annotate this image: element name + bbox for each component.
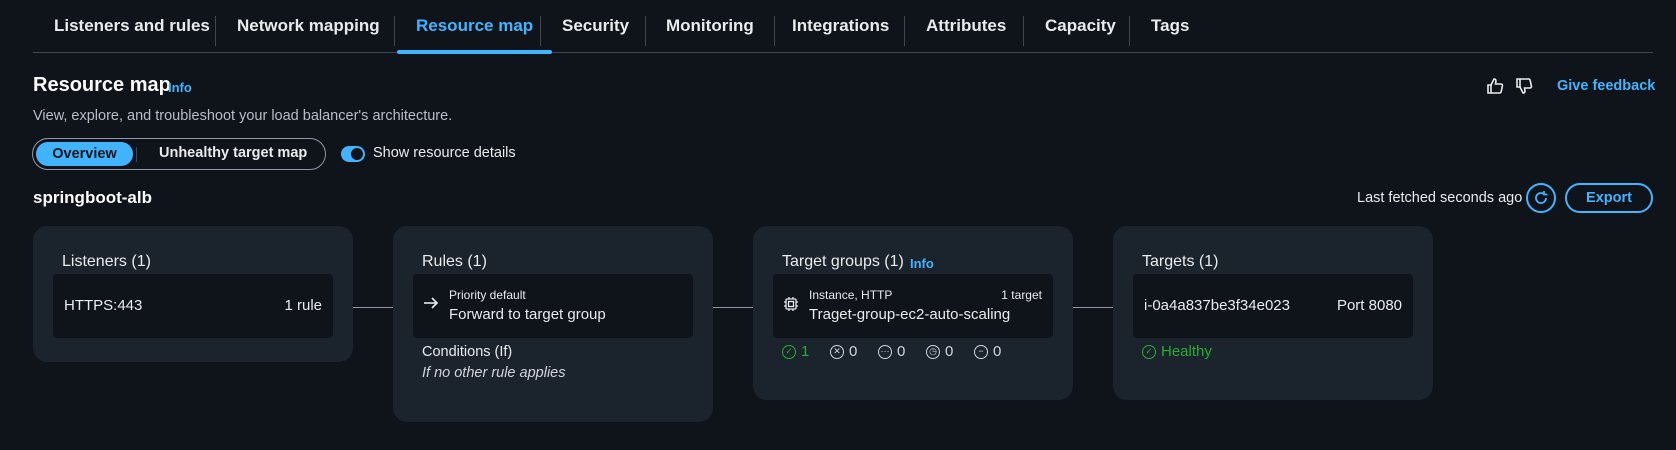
target-group-target-count: 1 target — [1001, 288, 1042, 302]
tab-tags[interactable]: Tags — [1151, 0, 1189, 52]
listener-rule-count: 1 rule — [284, 297, 322, 314]
targets-title: Targets (1) — [1142, 253, 1219, 270]
segment-divider — [136, 147, 137, 162]
thumbs-up-icon[interactable] — [1486, 77, 1504, 95]
thumbs-down-icon[interactable] — [1515, 77, 1533, 95]
show-resource-details-toggle[interactable] — [341, 146, 365, 162]
ellipsis-circle-icon: ⋯ — [878, 344, 892, 359]
pending-count: ◷ 0 — [926, 343, 953, 360]
toggle-knob — [351, 148, 363, 160]
tab-divider — [540, 16, 541, 46]
chip-icon — [783, 296, 799, 312]
tab-bar: Listeners and rules Network mapping Reso… — [33, 0, 1653, 54]
check-circle-icon: ✓ — [1142, 344, 1156, 359]
tab-security[interactable]: Security — [562, 0, 629, 52]
targets-card: Targets (1) i-0a4a837be3f34e023 Port 808… — [1113, 226, 1433, 400]
target-groups-card: Target groups (1) Info Instance, HTTP 1 … — [753, 226, 1073, 400]
rules-card: Rules (1) Priority default Forward to ta… — [393, 226, 713, 422]
healthy-count: ✓ 1 — [782, 343, 809, 360]
export-button[interactable]: Export — [1565, 183, 1653, 213]
listeners-card: Listeners (1) HTTPS:443 1 rule — [33, 226, 353, 362]
target-item[interactable]: i-0a4a837be3f34e023 Port 8080 — [1133, 274, 1413, 338]
unused-count: ⋯ 0 — [878, 343, 905, 360]
arrow-right-icon — [423, 295, 439, 311]
rule-priority: Priority default — [449, 288, 526, 302]
tab-resource-map[interactable]: Resource map — [397, 0, 553, 54]
tab-listeners-and-rules[interactable]: Listeners and rules — [54, 0, 210, 52]
last-fetched-text: Last fetched seconds ago — [1357, 190, 1523, 206]
tab-divider — [1023, 16, 1024, 46]
give-feedback-link[interactable]: Give feedback — [1557, 78, 1655, 94]
listeners-title: Listeners (1) — [62, 253, 151, 270]
check-circle-icon: ✓ — [782, 344, 796, 359]
x-circle-icon: ✕ — [830, 344, 844, 359]
target-instance-id: i-0a4a837be3f34e023 — [1144, 297, 1290, 314]
target-groups-info-link[interactable]: Info — [910, 256, 934, 271]
listener-protocol-port: HTTPS:443 — [64, 297, 143, 314]
target-group-name: Traget-group-ec2-auto-scaling — [809, 306, 1011, 323]
target-health-status: ✓ Healthy — [1142, 343, 1212, 360]
target-port: Port 8080 — [1336, 297, 1402, 314]
info-link[interactable]: Info — [168, 80, 192, 95]
refresh-button[interactable] — [1526, 183, 1556, 213]
listener-item[interactable]: HTTPS:443 1 rule — [53, 274, 333, 338]
refresh-icon — [1535, 191, 1548, 204]
view-segmented-control: Overview Unhealthy target map — [32, 138, 326, 170]
tab-divider — [774, 16, 775, 46]
tab-divider — [904, 16, 905, 46]
minus-circle-icon: − — [974, 344, 988, 359]
tab-divider — [1129, 16, 1130, 46]
conditions-value: If no other rule applies — [422, 365, 566, 381]
tab-integrations[interactable]: Integrations — [792, 0, 889, 52]
tab-divider — [215, 16, 216, 46]
target-group-meta: Instance, HTTP — [809, 288, 893, 302]
tab-divider — [394, 16, 395, 46]
target-group-item[interactable]: Instance, HTTP 1 target Traget-group-ec2… — [773, 274, 1053, 338]
rules-title: Rules (1) — [422, 253, 487, 270]
tab-divider — [645, 16, 646, 46]
rule-action: Forward to target group — [449, 306, 606, 323]
unhealthy-target-map-segment[interactable]: Unhealthy target map — [159, 145, 307, 161]
target-groups-title: Target groups (1) — [782, 253, 904, 270]
page-description: View, explore, and troubleshoot your loa… — [33, 108, 453, 124]
overview-segment[interactable]: Overview — [36, 142, 133, 166]
draining-count: −0 — [974, 343, 1001, 360]
tab-capacity[interactable]: Capacity — [1045, 0, 1116, 52]
page-title: Resource map — [33, 74, 171, 96]
rule-item[interactable]: Priority default Forward to target group — [413, 274, 693, 338]
tab-monitoring[interactable]: Monitoring — [666, 0, 754, 52]
unhealthy-count: ✕ 0 — [830, 343, 857, 360]
tab-network-mapping[interactable]: Network mapping — [237, 0, 380, 52]
load-balancer-name: springboot-alb — [33, 188, 152, 207]
clock-icon: ◷ — [926, 344, 940, 359]
show-resource-details-label: Show resource details — [373, 145, 516, 161]
conditions-label: Conditions (If) — [422, 344, 513, 360]
tab-attributes[interactable]: Attributes — [926, 0, 1006, 52]
